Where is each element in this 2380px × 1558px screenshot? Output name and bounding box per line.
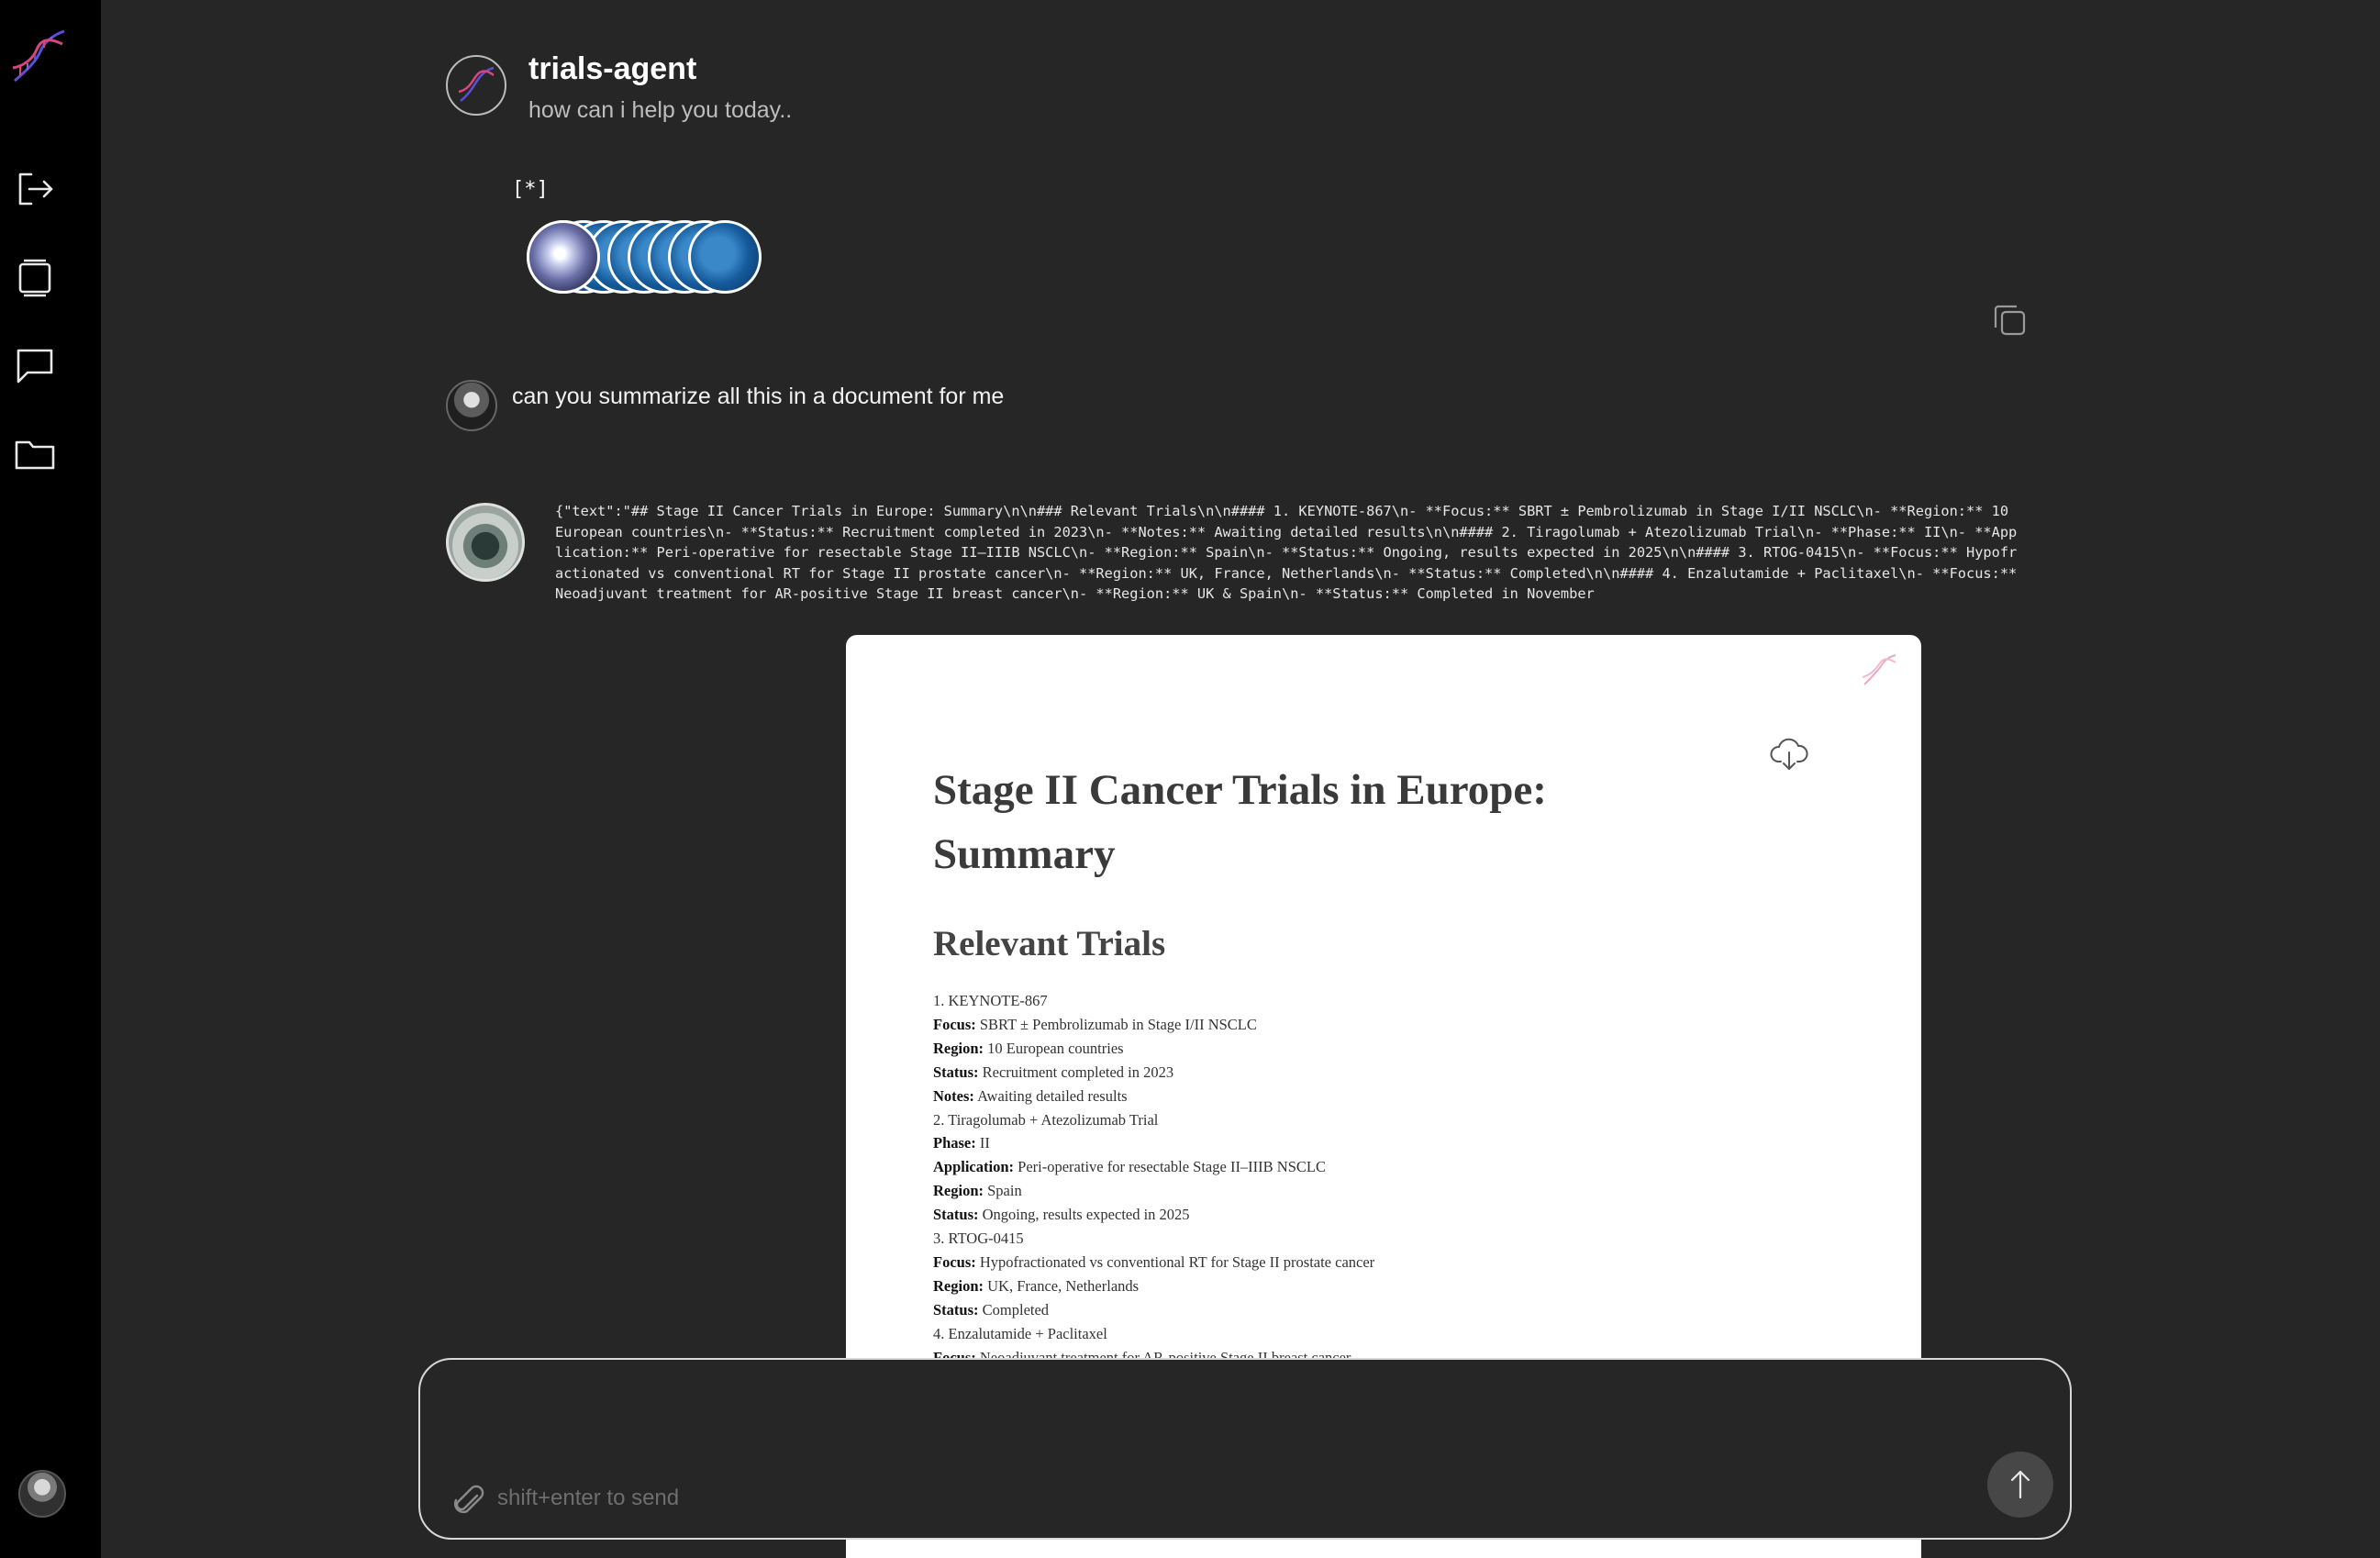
loading-bubble	[688, 220, 762, 294]
agent-raw-response: {"text":"## Stage II Cancer Trials in Eu…	[555, 503, 2026, 603]
stream-indicator: [*]	[512, 178, 549, 201]
field-value: 10 European countries	[987, 1039, 1124, 1057]
agent-subtitle: how can i help you today..	[528, 97, 793, 123]
field-label: Phase:	[933, 1134, 976, 1152]
field-label: Status:	[933, 1206, 979, 1224]
user-message: can you summarize all this in a document…	[512, 384, 1005, 409]
document-title: Stage II Cancer Trials in Europe: Summar…	[933, 766, 1547, 878]
field-label: Region:	[933, 1039, 984, 1057]
field-label: Focus:	[933, 1015, 976, 1033]
trial-field: Phase: II	[933, 1131, 1374, 1155]
loading-bubbles	[527, 220, 784, 294]
field-value: Spain	[987, 1182, 1022, 1200]
trial-heading: 3. RTOG-0415	[933, 1230, 1024, 1248]
copy-icon[interactable]	[1989, 299, 2030, 339]
sidebar	[0, 0, 101, 1558]
agent-message-avatar	[446, 503, 525, 582]
agent-logo-avatar	[446, 55, 506, 116]
field-value: Completed	[982, 1300, 1050, 1319]
document-section-heading: Relevant Trials	[933, 924, 1166, 963]
message-composer	[418, 1358, 2072, 1540]
cloud-download-icon[interactable]	[1769, 734, 1809, 774]
field-label: Region:	[933, 1182, 984, 1200]
field-value: Recruitment completed in 2023	[982, 1063, 1174, 1081]
field-label: Status:	[933, 1063, 979, 1081]
field-value: II	[979, 1134, 990, 1152]
trial-field: Status: Completed	[933, 1298, 1374, 1322]
user-avatar[interactable]	[18, 1470, 66, 1518]
field-value: Awaiting detailed results	[977, 1086, 1128, 1105]
folder-icon[interactable]	[13, 431, 57, 475]
trial-field: Focus: Hypofractionated vs conventional …	[933, 1251, 1374, 1274]
document-body: 1. KEYNOTE-867 Focus: SBRT ± Pembrolizum…	[933, 989, 1374, 1370]
trial-heading: 4. Enzalutamide + Paclitaxel	[933, 1324, 1107, 1342]
trial-heading: 2. Tiragolumab + Atezolizumab Trial	[933, 1110, 1159, 1129]
field-value: Peri-operative for resectable Stage II–I…	[1018, 1158, 1326, 1176]
field-value: SBRT ± Pembrolizumab in Stage I/II NSCLC	[979, 1015, 1257, 1033]
user-message-avatar	[446, 380, 497, 431]
agent-title: trials-agent	[528, 51, 697, 86]
field-label: Application:	[933, 1158, 1015, 1176]
trial-field: Region: Spain	[933, 1179, 1374, 1203]
trial-field: Status: Ongoing, results expected in 202…	[933, 1203, 1374, 1227]
arrow-up-icon	[2010, 1470, 2030, 1499]
field-value: UK, France, Netherlands	[987, 1276, 1140, 1295]
trial-field: Focus: SBRT ± Pembrolizumab in Stage I/I…	[933, 1013, 1374, 1037]
trial-field: Application: Peri-operative for resectab…	[933, 1155, 1374, 1179]
trial-field: Status: Recruitment completed in 2023	[933, 1061, 1374, 1085]
field-value: Ongoing, results expected in 2025	[982, 1206, 1190, 1224]
trial-heading: 1. KEYNOTE-867	[933, 992, 1048, 1009]
trial-field: Notes: Awaiting detailed results	[933, 1085, 1374, 1108]
paperclip-icon[interactable]	[451, 1483, 488, 1519]
field-label: Notes:	[933, 1086, 974, 1105]
field-value: Hypofractionated vs conventional RT for …	[979, 1252, 1375, 1271]
layers-icon[interactable]	[13, 255, 57, 299]
field-label: Region:	[933, 1276, 984, 1295]
field-label: Status:	[933, 1300, 979, 1319]
logout-icon[interactable]	[13, 167, 57, 211]
trial-field: Region: 10 European countries	[933, 1037, 1374, 1061]
dna-watermark-icon	[1859, 650, 1899, 690]
message-input[interactable]	[495, 1479, 1875, 1518]
chat-icon[interactable]	[13, 343, 57, 387]
dna-logo-icon[interactable]	[9, 24, 68, 90]
field-label: Focus:	[933, 1252, 976, 1271]
trial-field: Region: UK, France, Netherlands	[933, 1274, 1374, 1298]
loading-bubble-front	[527, 220, 600, 294]
send-button[interactable]	[1987, 1452, 2053, 1518]
